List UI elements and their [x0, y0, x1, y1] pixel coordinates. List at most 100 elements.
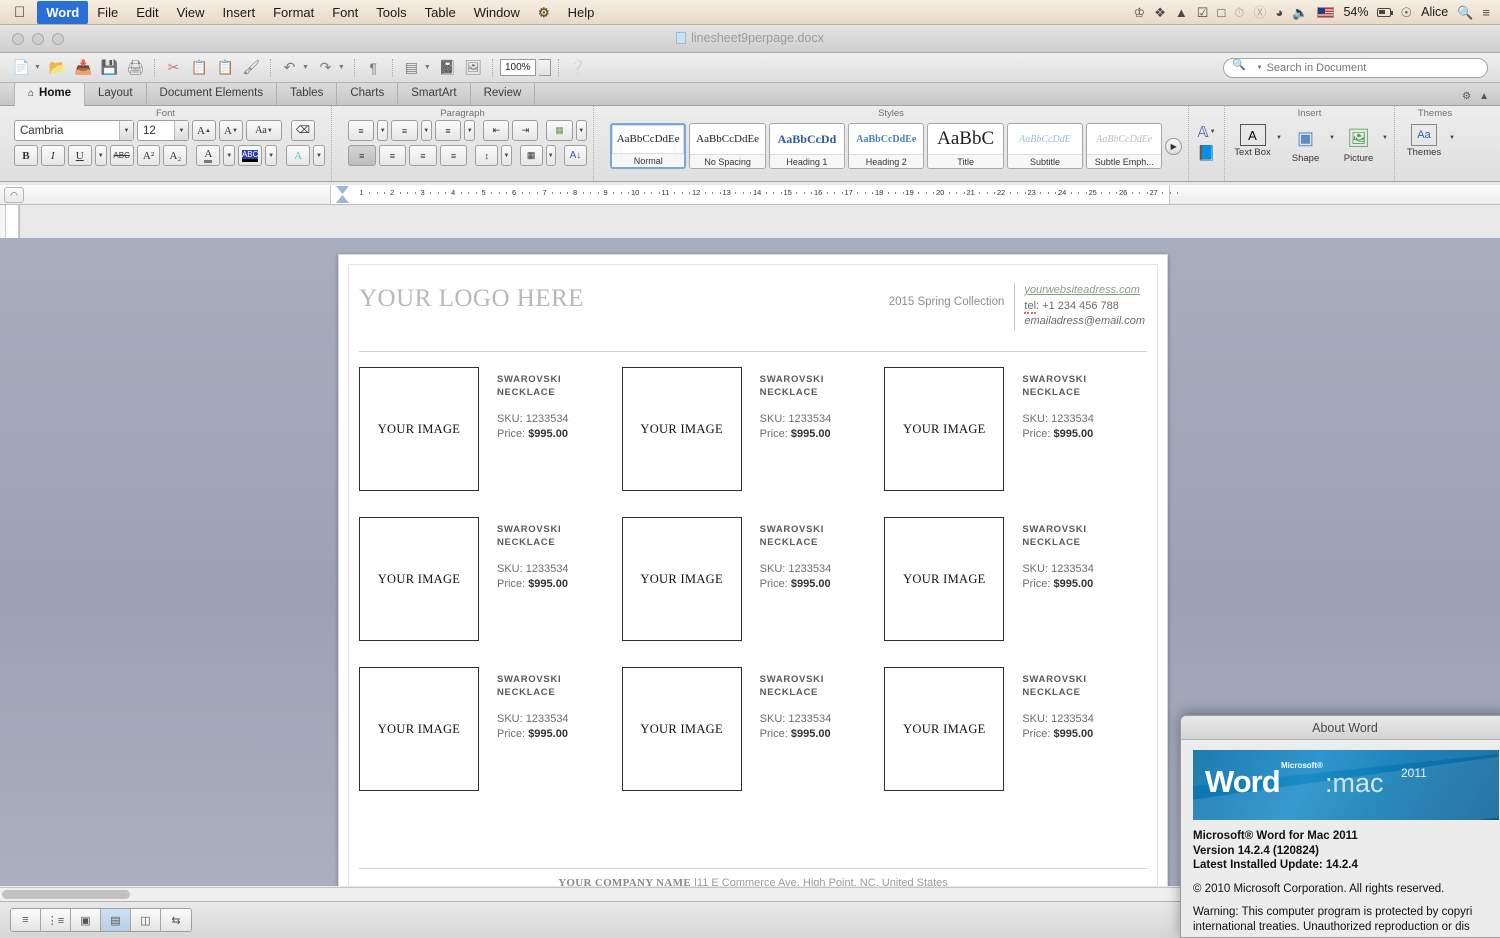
gallery-icon[interactable]: 🖼 — [462, 56, 485, 79]
line-spacing-chevron-down-icon[interactable]: ▼ — [501, 145, 512, 166]
product-image-placeholder[interactable]: YOUR IMAGE — [359, 667, 479, 791]
align-center-button[interactable]: ≡ — [378, 145, 407, 166]
season-text[interactable]: 2015 Spring Collection — [889, 283, 1005, 308]
increase-indent-button[interactable]: ⇥ — [512, 120, 539, 141]
multilevel-list-chevron-down-icon[interactable]: ▼ — [463, 120, 476, 141]
product-cell[interactable]: YOUR IMAGE SWAROVSKI NECKLACE SKU: 1233534 P… — [621, 517, 885, 667]
spotlight-icon[interactable]: 🔍 — [1457, 6, 1473, 19]
product-name[interactable]: SWAROVSKI NECKLACE — [1022, 374, 1094, 399]
product-image-placeholder[interactable]: YOUR IMAGE — [884, 667, 1005, 791]
tab-review[interactable]: Review — [471, 83, 536, 105]
highlight-chevron-down-icon[interactable]: ▼ — [265, 145, 278, 166]
decrease-indent-button[interactable]: ⇤ — [483, 120, 510, 141]
notebook-layout-view-button[interactable]: ◫ — [131, 909, 161, 931]
product-sku[interactable]: SKU: 1233534 — [1022, 412, 1094, 427]
publishing-layout-view-button[interactable]: ▣ — [71, 909, 101, 931]
product-image-placeholder[interactable]: YOUR IMAGE — [359, 367, 479, 491]
tab-document-elements[interactable]: Document Elements — [147, 83, 278, 105]
open-recent-icon[interactable]: 📥 — [72, 56, 95, 79]
clock-icon[interactable]: ⏱ — [1234, 6, 1244, 19]
product-image-placeholder[interactable]: YOUR IMAGE — [884, 517, 1005, 641]
print-icon[interactable]: 🖨 — [124, 56, 147, 79]
sidebar-chevron-icon[interactable]: ▼ — [424, 64, 431, 71]
ribbon-collapse-chevron-icon[interactable]: ▲ — [1479, 91, 1489, 102]
menu-view[interactable]: View — [168, 1, 214, 24]
themes-chevron-down-icon[interactable]: ▼ — [1449, 124, 1455, 141]
numbering-button[interactable]: ≡ — [391, 120, 418, 141]
underline-button[interactable]: U — [67, 145, 92, 166]
time-machine-icon[interactable]: ☉ — [1400, 6, 1412, 19]
subscript-button[interactable]: A₂ — [163, 145, 188, 166]
ribbon-settings-icon[interactable]: ⚙ — [1462, 91, 1471, 102]
shape-chevron-down-icon[interactable]: ▼ — [1329, 124, 1335, 141]
sort-button[interactable]: A↓ — [563, 145, 587, 166]
menu-font[interactable]: Font — [323, 1, 367, 24]
product-cell[interactable]: YOUR IMAGE SWAROVSKI NECKLACE SKU: 1233534 P… — [884, 367, 1147, 517]
bluetooth-icon[interactable]: Ⓧ — [1253, 6, 1266, 19]
product-sku[interactable]: SKU: 1233534 — [497, 562, 569, 577]
evernote-icon[interactable]: ♔ — [1134, 6, 1146, 19]
insert-text-box-button[interactable]: A Text Box — [1231, 124, 1274, 158]
product-sku[interactable]: SKU: 1233534 — [760, 712, 832, 727]
show-paragraph-marks-icon[interactable]: ¶ — [362, 56, 385, 79]
text-effects-button[interactable]: A — [286, 145, 311, 166]
font-size-combo[interactable]: 12 ▼ — [137, 120, 189, 141]
superscript-button[interactable]: A² — [136, 145, 161, 166]
apple-menu-icon[interactable]:  — [0, 5, 37, 20]
line-spacing-button[interactable]: ↕ — [475, 145, 499, 166]
product-price[interactable]: Price: $995.00 — [1022, 427, 1094, 442]
sidebar-icon[interactable]: ▤ — [400, 56, 423, 79]
product-sku[interactable]: SKU: 1233534 — [760, 562, 832, 577]
clear-formatting-button[interactable]: ⌫ — [291, 120, 315, 141]
product-price[interactable]: Price: $995.00 — [497, 727, 569, 742]
product-cell[interactable]: YOUR IMAGE SWAROVSKI NECKLACE SKU: 1233534 P… — [884, 517, 1147, 667]
shading-button[interactable]: ▦ — [519, 145, 543, 166]
highlight-button[interactable]: ABC — [238, 145, 263, 166]
product-cell[interactable]: YOUR IMAGE SWAROVSKI NECKLACE SKU: 1233534 P… — [359, 517, 622, 667]
product-cell[interactable]: YOUR IMAGE SWAROVSKI NECKLACE SKU: 1233534 P… — [359, 367, 622, 517]
product-price[interactable]: Price: $995.00 — [1022, 577, 1094, 592]
horizontal-scroll-thumb[interactable] — [2, 890, 130, 899]
align-left-button[interactable]: ≡ — [348, 145, 376, 166]
borders-chevron-down-icon[interactable]: ▼ — [575, 120, 587, 141]
product-image-placeholder[interactable]: YOUR IMAGE — [884, 367, 1005, 491]
wordart-icon[interactable]: 𝔸 — [1197, 123, 1208, 141]
product-price[interactable]: Price: $995.00 — [760, 427, 832, 442]
style-no-spacing[interactable]: AaBbCcDdEe No Spacing — [689, 123, 766, 169]
undo-icon[interactable]: ↶ — [278, 56, 301, 79]
save-icon[interactable]: 💾 — [98, 56, 121, 79]
new-document-icon[interactable]: 📄 — [10, 56, 33, 79]
bullets-chevron-down-icon[interactable]: ▼ — [377, 120, 389, 141]
contact-website[interactable]: yourwebsiteadress.com — [1024, 283, 1145, 299]
menu-table[interactable]: Table — [416, 1, 465, 24]
product-sku[interactable]: SKU: 1233534 — [1022, 562, 1094, 577]
change-case-button[interactable]: Aa ▼ — [246, 120, 282, 141]
font-name-combo[interactable]: Cambria ▼ — [14, 120, 134, 141]
volume-icon[interactable]: 🔈 — [1292, 6, 1308, 19]
product-name[interactable]: SWAROVSKI NECKLACE — [1022, 524, 1094, 549]
style-subtle-emphasis[interactable]: AaBbCcDdEe Subtle Emph... — [1086, 123, 1163, 169]
draft-view-button[interactable]: ≡ — [11, 909, 41, 931]
product-image-placeholder[interactable]: YOUR IMAGE — [621, 517, 742, 641]
themes-button[interactable]: Aa Themes — [1401, 124, 1447, 158]
product-name[interactable]: SWAROVSKI NECKLACE — [497, 374, 569, 399]
italic-button[interactable]: I — [40, 145, 65, 166]
insert-shape-button[interactable]: ▣ Shape — [1284, 124, 1327, 165]
font-size-chevron-down-icon[interactable]: ▼ — [174, 121, 188, 140]
style-normal[interactable]: AaBbCcDdEe Normal — [610, 123, 687, 169]
notification-center-icon[interactable]: ≡ — [1482, 6, 1490, 19]
zoom-level-input[interactable]: 100% — [499, 59, 536, 76]
menu-format[interactable]: Format — [264, 1, 323, 24]
zoom-stepper[interactable] — [538, 59, 551, 76]
new-document-chevron-icon[interactable]: ▼ — [34, 64, 41, 71]
style-subtitle[interactable]: AaBbCcDdE Subtitle — [1006, 123, 1084, 169]
redo-icon[interactable]: ↷ — [314, 56, 337, 79]
product-cell[interactable]: YOUR IMAGE SWAROVSKI NECKLACE SKU: 1233534 P… — [884, 667, 1147, 817]
font-color-chevron-down-icon[interactable]: ▼ — [223, 145, 236, 166]
strikethrough-button[interactable]: ABC — [109, 145, 134, 166]
product-sku[interactable]: SKU: 1233534 — [1022, 712, 1094, 727]
menu-insert[interactable]: Insert — [214, 1, 265, 24]
airplay-icon[interactable]: □ — [1217, 6, 1225, 19]
logo-placeholder[interactable]: YOUR LOGO HERE — [359, 285, 584, 313]
picture-chevron-down-icon[interactable]: ▼ — [1382, 124, 1388, 141]
